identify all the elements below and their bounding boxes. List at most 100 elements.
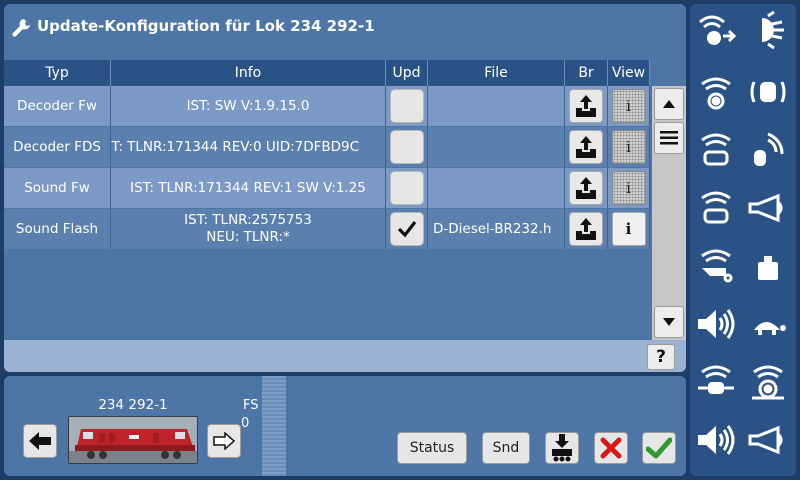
help-button[interactable]: ? — [647, 344, 675, 370]
browse-upload-button[interactable] — [569, 171, 603, 205]
cell-view: i — [608, 168, 650, 208]
title-bar: Update-Konfiguration für Lok 234 292-1 — [4, 4, 686, 60]
next-loco-button[interactable] — [207, 424, 241, 458]
speed-bar[interactable] — [262, 376, 286, 476]
upload-icon — [576, 177, 596, 199]
cell-upd — [386, 168, 428, 208]
upd-checkbox-checked[interactable] — [389, 212, 424, 246]
table-row: Sound Fw IST: TLNR:171344 REV:1 SW V:1.2… — [4, 168, 650, 208]
col-header-typ: Typ — [4, 60, 111, 86]
cell-br — [565, 168, 608, 208]
cell-info: IST: TLNR:171344 REV:0 UID:7DFBD9C — [111, 127, 386, 167]
page-title: Update-Konfiguration für Lok 234 292-1 — [37, 17, 375, 35]
upload-icon — [576, 95, 596, 117]
wifi-coupling-2-icon[interactable] — [694, 188, 738, 228]
speaker-2-icon[interactable] — [694, 420, 738, 460]
upd-checkbox[interactable] — [389, 171, 424, 205]
upd-checkbox[interactable] — [389, 89, 424, 123]
cancel-button[interactable] — [594, 432, 628, 464]
loco-control-panel: 234 292-1 FS 0 Status Snd — [4, 376, 686, 476]
wifi-shunt-icon[interactable] — [746, 362, 790, 402]
update-table: Decoder Fw IST: SW V:1.9.15.0 i Decoder … — [4, 86, 650, 340]
table-row: Sound Flash IST: TLNR:2575753 NEU: TLNR:… — [4, 209, 650, 249]
upd-checkbox[interactable] — [389, 130, 424, 164]
browse-upload-button[interactable] — [569, 130, 603, 164]
wifi-fan-icon[interactable] — [694, 10, 738, 50]
arrow-right-outline-icon — [213, 432, 235, 450]
col-header-info: Info — [111, 60, 386, 86]
cell-typ: Decoder Fw — [4, 86, 111, 126]
cell-typ: Sound Fw — [4, 168, 111, 208]
cell-info: IST: TLNR:2575753 NEU: TLNR:* — [111, 209, 386, 249]
cell-file — [428, 86, 565, 126]
arrow-left-icon — [29, 432, 51, 450]
close-icon — [600, 437, 622, 459]
coupler-icon[interactable] — [746, 130, 790, 170]
turtle-icon[interactable] — [746, 304, 790, 344]
wifi-whistle-icon[interactable] — [694, 246, 738, 286]
wifi-coupling-icon[interactable] — [694, 130, 738, 170]
cell-view: i — [608, 209, 650, 249]
status-button[interactable]: Status — [397, 432, 467, 464]
horn-icon[interactable] — [746, 188, 790, 228]
cell-info-text: IST: TLNR:171344 REV:0 UID:7DFBD9C — [111, 139, 360, 155]
download-to-loco-button[interactable] — [545, 432, 579, 464]
table-row: Decoder Fw IST: SW V:1.9.15.0 i — [4, 86, 650, 126]
col-header-view: View — [608, 60, 650, 86]
speaker-icon[interactable] — [694, 304, 738, 344]
snd-button[interactable]: Snd — [482, 432, 530, 464]
table-header: Typ Info Upd File Br View — [4, 60, 650, 86]
checkmark-icon — [397, 221, 416, 238]
cell-view: i — [608, 127, 650, 167]
status-strip — [4, 340, 686, 372]
cell-typ: Sound Flash — [4, 209, 111, 249]
loco-image[interactable] — [68, 416, 198, 464]
cell-info-line-1: IST: TLNR:2575753 — [184, 212, 312, 228]
cell-br — [565, 86, 608, 126]
col-header-file: File — [428, 60, 565, 86]
cell-file — [428, 127, 565, 167]
triangle-up-icon — [663, 100, 675, 108]
prev-loco-button[interactable] — [23, 424, 57, 458]
download-loco-icon — [552, 434, 572, 462]
upload-icon — [576, 136, 596, 158]
browse-upload-button[interactable] — [569, 89, 603, 123]
update-config-dialog: Update-Konfiguration für Lok 234 292-1 T… — [4, 4, 686, 372]
scroll-down-button[interactable] — [654, 306, 684, 338]
light-bulb-icon[interactable] — [746, 10, 790, 50]
cell-br — [565, 127, 608, 167]
cell-typ: Decoder FDS — [4, 127, 111, 167]
cell-info: IST: SW V:1.9.15.0 — [111, 86, 386, 126]
locomotive-icon — [69, 417, 197, 463]
browse-upload-button[interactable] — [569, 212, 603, 246]
table-scrollbar[interactable] — [652, 86, 686, 340]
col-header-br: Br — [565, 60, 608, 86]
view-info-button[interactable]: i — [611, 212, 646, 246]
view-info-button-disabled: i — [611, 171, 646, 205]
col-header-upd: Upd — [386, 60, 428, 86]
wifi-pantograph-icon[interactable] — [694, 362, 738, 402]
confirm-button[interactable] — [642, 432, 676, 464]
scroll-thumb[interactable] — [654, 122, 684, 154]
cab-signal-icon[interactable] — [746, 72, 790, 112]
weight-icon[interactable] — [746, 246, 790, 286]
table-row: Decoder FDS IST: TLNR:171344 REV:0 UID:7… — [4, 127, 650, 167]
triangle-down-icon — [663, 318, 675, 326]
cell-view: i — [608, 86, 650, 126]
scroll-up-button[interactable] — [654, 88, 684, 120]
function-sidebar — [690, 4, 796, 476]
fs-value: 0 — [241, 416, 250, 431]
view-info-button-disabled: i — [611, 130, 646, 164]
checkmark-green-icon — [646, 437, 672, 459]
cell-file: D-Diesel-BR232.h — [428, 209, 565, 249]
view-info-button-disabled: i — [611, 89, 646, 123]
cell-info: IST: TLNR:171344 REV:1 SW V:1.25 — [111, 168, 386, 208]
cell-info-line-2: NEU: TLNR:* — [206, 229, 290, 245]
loco-name: 234 292-1 — [98, 397, 168, 413]
horn-2-icon[interactable] — [746, 420, 790, 460]
wifi-rail-icon[interactable] — [694, 72, 738, 112]
menu-lines-icon — [660, 131, 678, 145]
wrench-icon — [12, 19, 30, 37]
cell-upd — [386, 86, 428, 126]
cell-upd — [386, 127, 428, 167]
